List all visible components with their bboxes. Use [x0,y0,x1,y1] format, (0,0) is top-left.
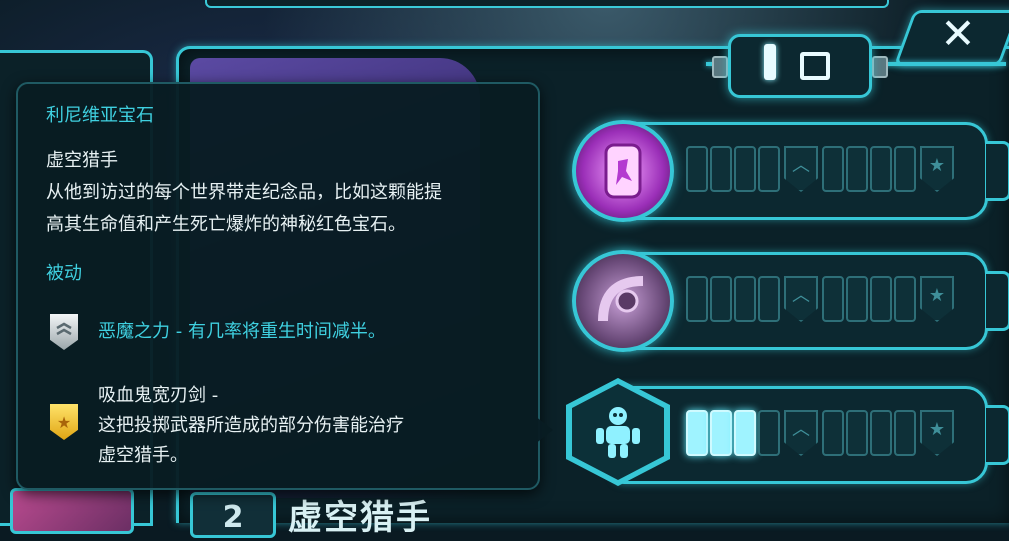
tooltip-description-line2: 高其生命值和产生死亡爆炸的神秘红色宝石。 [46,214,406,235]
upgrade-pip [846,146,868,192]
upgrade-pip [870,146,892,192]
upgrade-pip [758,410,780,456]
upgrade-pip [870,276,892,322]
gem-weapon-icon[interactable] [572,250,674,352]
rail-cap-right [872,56,888,78]
upgrade-pip [734,276,756,322]
tooltip-arrow [535,416,553,444]
upgrade-pip [686,146,708,192]
upgrade-pip [710,410,732,456]
hero-slot-number: 2 [190,492,276,538]
rail-cap-left [712,56,728,78]
hero-name-heading: 虚空猎手 [288,498,432,538]
top-banner-edge [205,0,889,8]
upgrade-pip [758,276,780,322]
upgrade-pip [734,410,756,456]
tooltip-item-name: 利尼维亚宝石 [46,105,154,126]
upgrade-pip [822,276,844,322]
tooltip-skill2-title: 吸血鬼宽刃剑 - [98,385,219,406]
toggle-off-indicator [800,52,830,80]
upgrade-pip [870,410,892,456]
close-icon[interactable]: ✕ [936,12,980,56]
tooltip-skill2-desc-line2: 虚空猎手。 [98,445,188,466]
toggle-on-indicator [764,44,776,80]
upgrade-pip [686,410,708,456]
upgrade-pip [822,410,844,456]
portal-icon[interactable] [572,120,674,222]
upgrade-pip [822,146,844,192]
upgrade-pip [894,276,916,322]
tooltip-skill2-desc-line1: 这把投掷武器所造成的部分伤害能治疗 [98,415,404,436]
hero-list-card[interactable] [10,488,134,534]
tooltip-type-label: 被动 [46,263,82,284]
tooltip-skill1-text: 恶魔之力 - 有几率将重生时间减半。 [98,321,386,342]
upgrade-pip [894,410,916,456]
upgrade-pip [710,276,732,322]
tooltip-hero-name: 虚空猎手 [46,150,118,171]
upgrade-pip [758,146,780,192]
upgrade-pip [846,276,868,322]
upgrade-pip [734,146,756,192]
upgrade-pip [710,146,732,192]
upgrade-pip [686,276,708,322]
upgrade-pip [846,410,868,456]
tooltip-description-line1: 从他到访过的每个世界带走纪念品，比如这颗能提 [46,182,442,203]
upgrade-pip [894,146,916,192]
